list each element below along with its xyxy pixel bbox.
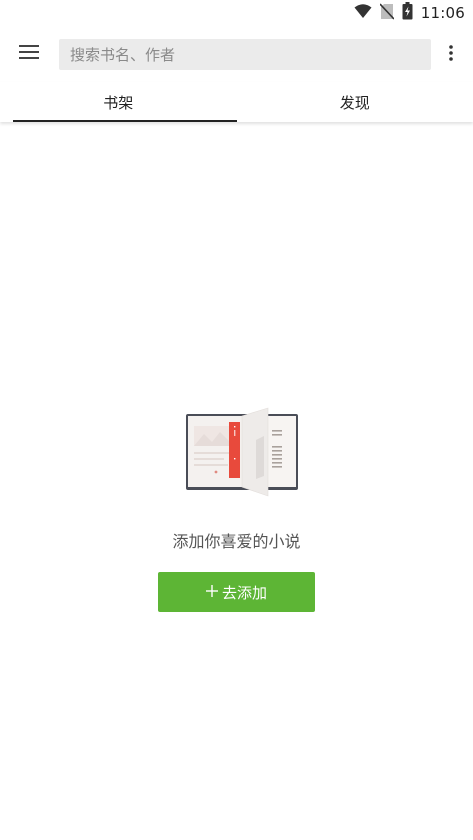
tab-discover-label: 发现	[339, 93, 370, 112]
hamburger-menu-icon	[19, 44, 39, 64]
status-time: 11:06	[420, 4, 465, 22]
tab-bar: 书架 发现	[0, 82, 473, 122]
empty-message: 添加你喜爱的小说	[172, 532, 301, 551]
add-novel-button[interactable]: 去添加	[158, 572, 315, 612]
more-options-button[interactable]	[441, 40, 461, 70]
tab-bookshelf-label: 书架	[103, 93, 134, 112]
add-novel-button-label: 去添加	[221, 583, 267, 602]
status-icons: 11:06	[354, 2, 465, 24]
more-vert-icon	[449, 45, 453, 65]
open-book-bookmark-icon	[172, 400, 302, 514]
tab-discover[interactable]: 发现	[237, 82, 473, 122]
search-input[interactable]	[59, 39, 431, 70]
tab-indicator	[13, 120, 237, 122]
status-bar: 11:06	[0, 0, 473, 26]
menu-button[interactable]	[12, 38, 46, 70]
toolbar	[0, 26, 473, 82]
battery-charging-icon	[402, 2, 413, 24]
plus-icon	[205, 583, 218, 601]
empty-state: 添加你喜爱的小说 去添加	[0, 400, 473, 612]
wifi-icon	[354, 3, 372, 23]
no-sim-icon	[379, 2, 395, 24]
tab-bookshelf[interactable]: 书架	[0, 82, 237, 122]
